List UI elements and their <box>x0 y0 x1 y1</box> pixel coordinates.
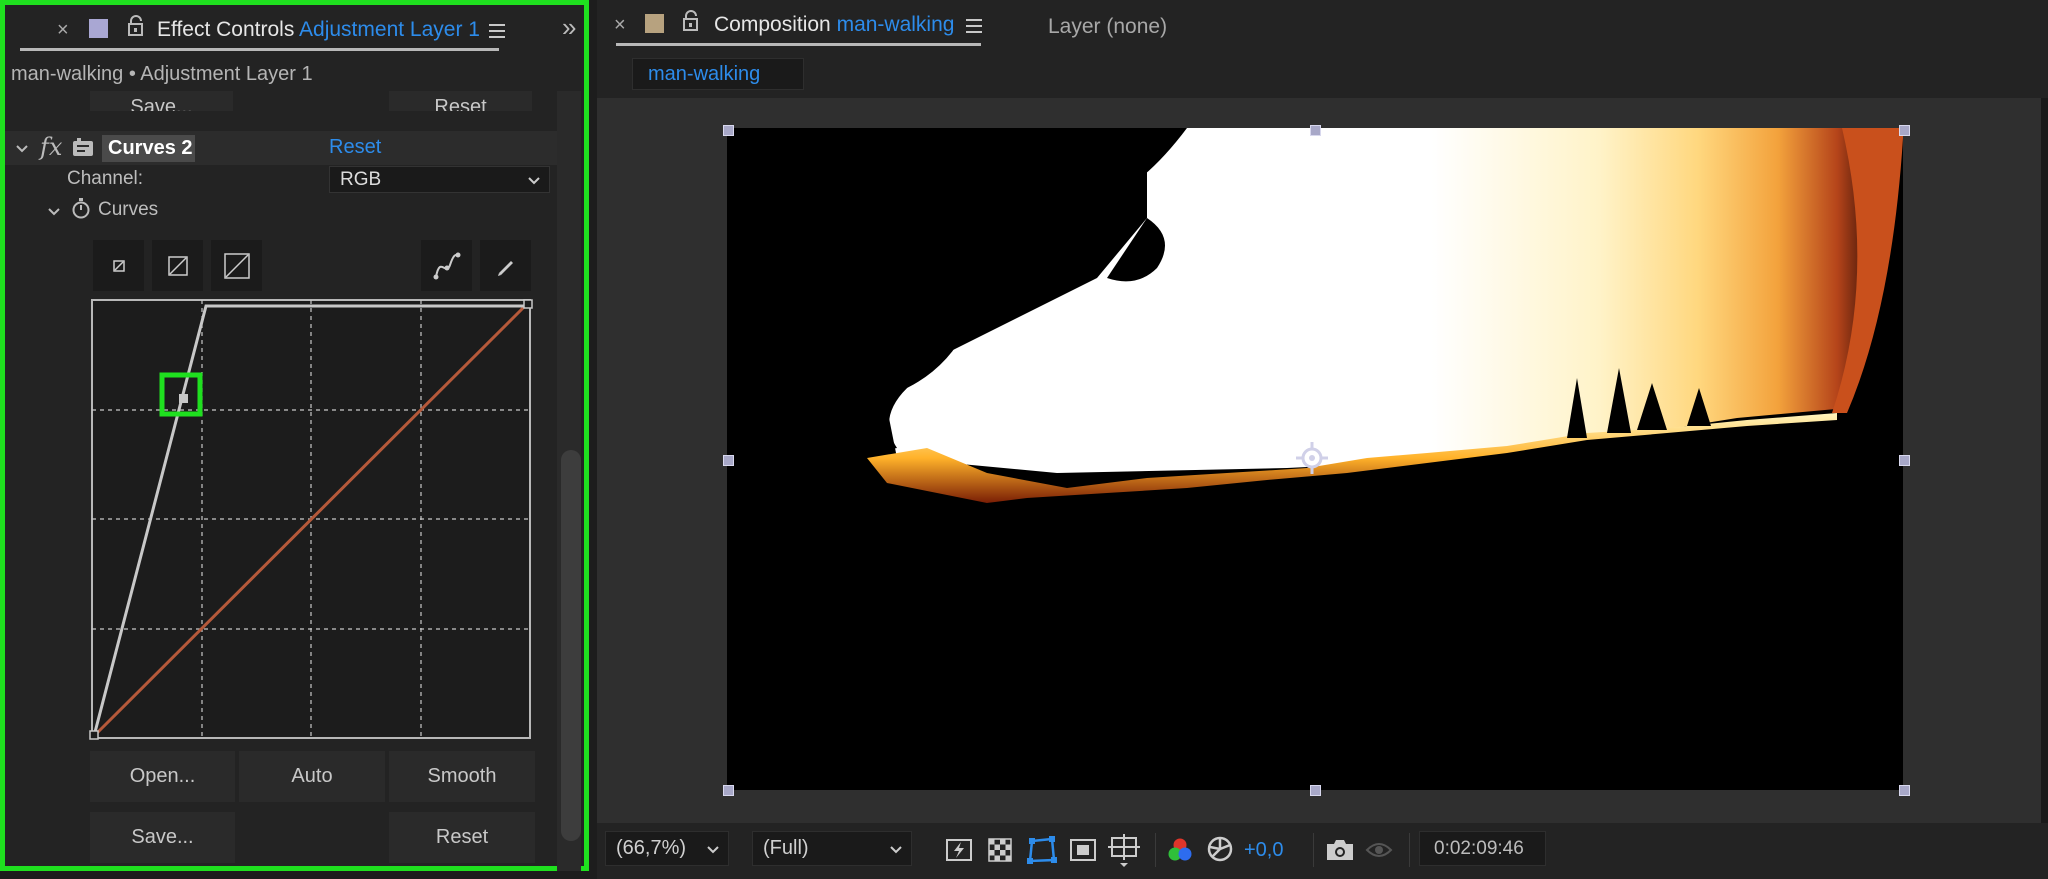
mask-path-visibility-icon[interactable] <box>1027 836 1057 864</box>
medium-graph-button[interactable] <box>152 240 203 291</box>
fast-previews-icon[interactable] <box>945 836 973 864</box>
auto-label: Auto <box>291 765 333 787</box>
disclosure-icon[interactable] <box>15 141 29 159</box>
transform-handle-tl[interactable] <box>723 125 734 136</box>
resolution-dropdown[interactable]: (Full) <box>752 831 912 866</box>
stopwatch-icon[interactable] <box>71 197 91 224</box>
curves-graph[interactable] <box>88 296 538 745</box>
channel-value: RGB <box>340 168 382 190</box>
transform-handle-mr[interactable] <box>1899 455 1910 466</box>
lock-icon[interactable] <box>681 10 701 37</box>
exposure-value[interactable]: +0,0 <box>1244 839 1283 862</box>
smooth-label: Smooth <box>427 765 497 787</box>
reset-label: Reset <box>435 826 489 848</box>
tab-title: Effect Controls <box>157 18 295 41</box>
channel-dropdown[interactable]: RGB <box>329 166 550 193</box>
prev-reset-label: Reset <box>434 96 487 111</box>
magnification-dropdown[interactable]: (66,7%) <box>605 831 729 866</box>
transform-handle-bc[interactable] <box>1310 785 1321 796</box>
composition-panel: × Composition man-walking Layer (none) m… <box>597 0 2048 879</box>
chevron-down-icon <box>890 846 902 854</box>
resolution-value: (Full) <box>763 837 809 859</box>
composition-name: man-walking <box>836 13 955 36</box>
viewer-toolbar: (66,7%) (Full) +0,0 0:02:09:46 <box>597 823 2048 879</box>
close-icon[interactable]: × <box>57 19 69 42</box>
curve-control-point[interactable] <box>179 394 188 403</box>
curves-reset-button[interactable]: Reset <box>389 812 535 863</box>
color-swatch-icon[interactable] <box>89 19 108 38</box>
effect-controls-tab[interactable]: Effect Controls Adjustment Layer 1 <box>157 18 480 42</box>
toolbar-separator <box>1155 833 1156 867</box>
pencil-icon <box>497 260 513 276</box>
channel-label: Channel: <box>67 168 144 189</box>
tab-title: Composition <box>714 13 831 36</box>
magnification-value: (66,7%) <box>616 837 687 859</box>
composition-subtab[interactable]: man-walking <box>632 58 804 90</box>
pencil-tool-button[interactable] <box>480 240 531 291</box>
lock-icon[interactable] <box>126 15 146 42</box>
curves-smooth-button[interactable]: Smooth <box>389 751 535 802</box>
curves-save-button[interactable]: Save... <box>90 812 235 863</box>
effect-type-icon <box>72 138 94 163</box>
bezier-tool-button[interactable] <box>421 240 472 291</box>
timecode-field[interactable]: 0:02:09:46 <box>1419 831 1546 866</box>
effect-reset-link[interactable]: Reset <box>329 136 381 159</box>
viewer-right-edge <box>2041 98 2048 823</box>
effect-name[interactable]: Curves 2 <box>102 135 195 162</box>
curve-point-black[interactable] <box>89 730 99 740</box>
close-icon[interactable]: × <box>614 14 626 37</box>
bezier-icon <box>433 252 460 279</box>
scrollbar-thumb[interactable] <box>561 450 581 841</box>
disclosure-icon[interactable] <box>47 204 61 222</box>
fx-toggle[interactable]: fx <box>40 133 62 161</box>
small-graph-button[interactable] <box>93 240 144 291</box>
camera-icon[interactable] <box>1325 837 1355 863</box>
graph-large-icon <box>223 252 250 279</box>
curves-open-button[interactable]: Open... <box>90 751 235 802</box>
layer-tab[interactable]: Layer (none) <box>1048 15 1167 39</box>
menu-icon[interactable] <box>966 19 982 33</box>
show-snapshot-icon[interactable] <box>1364 836 1394 864</box>
chevron-down-icon <box>707 846 719 854</box>
composition-tab[interactable]: Composition man-walking <box>714 13 954 37</box>
graph-medium-icon <box>167 255 188 276</box>
exposure-reset-icon[interactable] <box>1206 835 1234 863</box>
grid-guide-options-icon[interactable] <box>1108 834 1140 868</box>
color-swatch-icon[interactable] <box>645 14 664 33</box>
chevron-down-icon <box>528 177 540 185</box>
large-graph-button[interactable] <box>211 240 262 291</box>
effect-controls-panel: × Effect Controls Adjustment Layer 1 » m… <box>0 0 589 871</box>
open-label: Open... <box>129 765 196 787</box>
prev-save-label: Save... <box>130 96 193 111</box>
prev-reset-button[interactable]: Reset <box>389 91 532 111</box>
transparency-grid-icon[interactable] <box>986 836 1014 864</box>
graph-small-icon <box>112 259 125 272</box>
curve-point-white[interactable] <box>523 299 533 309</box>
anchor-point-icon[interactable] <box>1294 440 1330 476</box>
expand-panels-icon[interactable]: » <box>562 12 576 43</box>
tab-layer-name: Adjustment Layer 1 <box>299 18 480 41</box>
transform-handle-ml[interactable] <box>723 455 734 466</box>
transform-handle-bl[interactable] <box>723 785 734 796</box>
curves-auto-button[interactable]: Auto <box>239 751 385 802</box>
toolbar-separator <box>1313 833 1314 867</box>
active-tab-underline <box>20 48 499 51</box>
active-tab-underline <box>616 43 981 46</box>
menu-icon[interactable] <box>489 24 505 38</box>
prev-save-button[interactable]: Save... <box>90 91 233 111</box>
subtab-label: man-walking <box>648 63 761 85</box>
breadcrumb: man-walking • Adjustment Layer 1 <box>11 63 313 85</box>
curves-property-label: Curves <box>98 199 159 220</box>
transform-handle-br[interactable] <box>1899 785 1910 796</box>
save-label: Save... <box>131 826 194 848</box>
composition-viewer[interactable] <box>597 98 2041 823</box>
transform-handle-tr[interactable] <box>1899 125 1910 136</box>
region-of-interest-icon[interactable] <box>1069 836 1097 864</box>
toolbar-separator <box>1409 833 1410 867</box>
show-channel-icon[interactable] <box>1166 836 1194 864</box>
transform-handle-tc[interactable] <box>1310 125 1321 136</box>
timecode-value: 0:02:09:46 <box>1434 837 1524 859</box>
